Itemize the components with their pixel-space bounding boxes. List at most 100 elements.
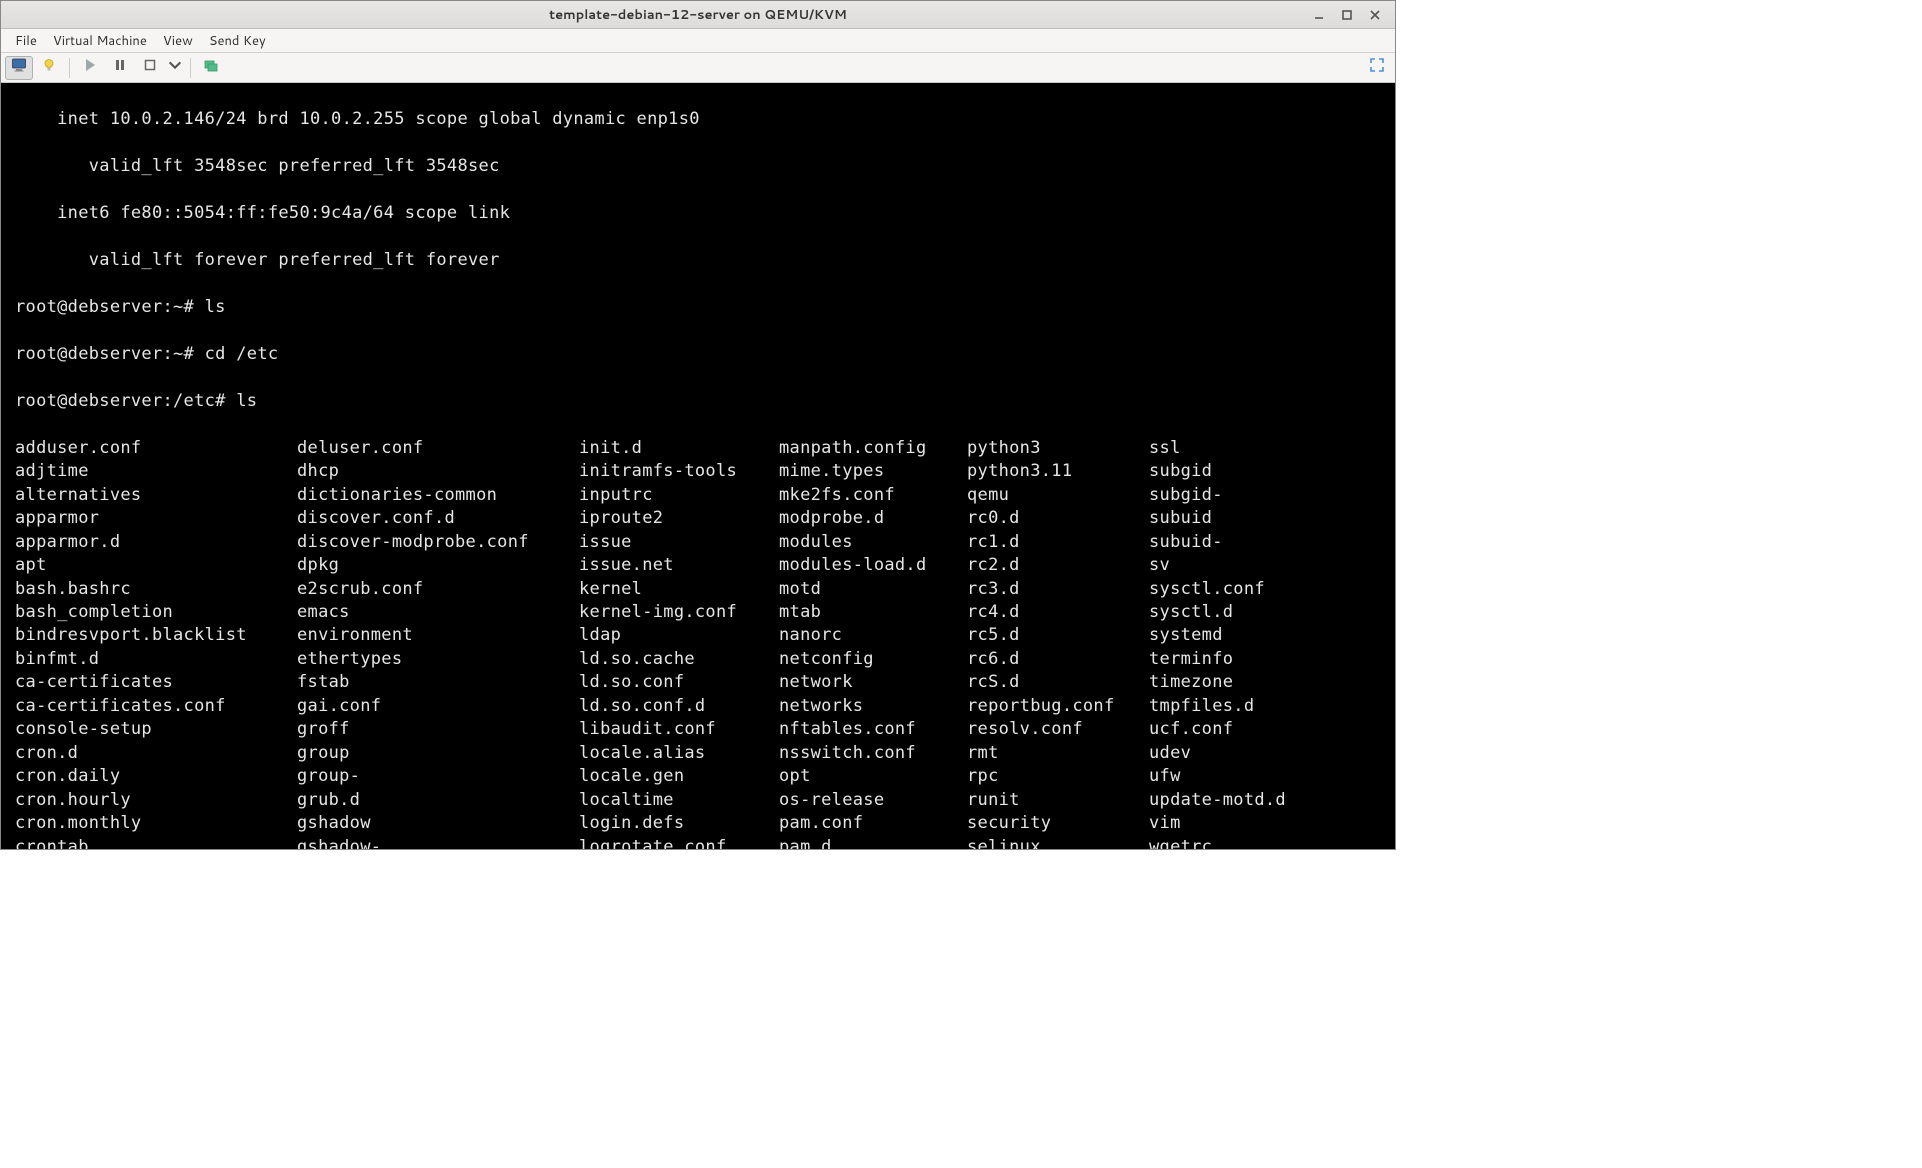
ls-entry: terminfo (1149, 648, 1329, 671)
ls-entry: mime.types (779, 460, 967, 483)
ls-entry: update-motd.d (1149, 789, 1329, 812)
ls-entry: deluser.conf (297, 437, 579, 460)
ls-entry: ca-certificates (15, 671, 297, 694)
snapshot-icon (203, 56, 219, 79)
ls-entry: rc0.d (967, 507, 1149, 530)
ls-entry: python3 (967, 437, 1149, 460)
maximize-button[interactable] (1339, 7, 1355, 23)
ls-entry: gshadow (297, 812, 579, 835)
ls-entry: rc4.d (967, 601, 1149, 624)
terminal-line: valid_lft forever preferred_lft forever (15, 249, 1395, 272)
ls-entry: alternatives (15, 484, 297, 507)
ls-entry: sysctl.conf (1149, 578, 1329, 601)
ls-entry: rc5.d (967, 624, 1149, 647)
ls-column: python3python3.11qemurc0.drc1.drc2.drc3.… (967, 437, 1149, 849)
guest-terminal[interactable]: inet 10.0.2.146/24 brd 10.0.2.255 scope … (1, 83, 1395, 849)
ls-entry: grub.d (297, 789, 579, 812)
ls-entry: rc3.d (967, 578, 1149, 601)
terminal-line: root@debserver:~# cd /etc (15, 343, 1395, 366)
run-button[interactable] (76, 56, 104, 80)
window-controls (1311, 1, 1391, 28)
ls-entry: ld.so.cache (579, 648, 779, 671)
ls-entry: environment (297, 624, 579, 647)
ls-entry: adjtime (15, 460, 297, 483)
close-button[interactable] (1367, 7, 1383, 23)
ls-entry: e2scrub.conf (297, 578, 579, 601)
ls-entry: group- (297, 765, 579, 788)
ls-entry: rcS.d (967, 671, 1149, 694)
ls-entry: vim (1149, 812, 1329, 835)
ls-entry: ldap (579, 624, 779, 647)
ls-entry: rmt (967, 742, 1149, 765)
virt-viewer-window: template-debian-12-server on QEMU/KVM Fi… (0, 0, 1396, 850)
chevron-down-icon (167, 56, 183, 79)
ls-entry: issue.net (579, 554, 779, 577)
ls-entry: wgetrc (1149, 836, 1329, 850)
ls-column: deluser.confdhcpdictionaries-common disco… (297, 437, 579, 849)
ls-entry: fstab (297, 671, 579, 694)
ls-entry: groff (297, 718, 579, 741)
shutdown-button[interactable] (136, 56, 164, 80)
ls-entry: discover-modprobe.conf (297, 531, 579, 554)
ls-entry: bash_completion (15, 601, 297, 624)
menubar: File Virtual Machine View Send Key (1, 29, 1395, 53)
menu-file[interactable]: File (7, 30, 45, 52)
ls-entry: dictionaries-common (297, 484, 579, 507)
ls-entry: init.d (579, 437, 779, 460)
ls-column: manpath.configmime.typesmke2fs.confmodpr… (779, 437, 967, 849)
pause-button[interactable] (106, 56, 134, 80)
ls-entry: initramfs-tools (579, 460, 779, 483)
menu-virtual-machine[interactable]: Virtual Machine (45, 30, 155, 52)
menu-view[interactable]: View (155, 30, 201, 52)
ls-entry: locale.gen (579, 765, 779, 788)
ls-entry: localtime (579, 789, 779, 812)
window-title: template-debian-12-server on QEMU/KVM (1, 6, 1395, 24)
ls-entry: subgid (1149, 460, 1329, 483)
ls-entry: subuid (1149, 507, 1329, 530)
ls-entry: pam.d (779, 836, 967, 850)
ls-entry: dhcp (297, 460, 579, 483)
minimize-button[interactable] (1311, 7, 1327, 23)
ls-entry: os-release (779, 789, 967, 812)
ls-entry: cron.daily (15, 765, 297, 788)
menu-send-key[interactable]: Send Key (201, 30, 274, 52)
terminal-line: inet 10.0.2.146/24 brd 10.0.2.255 scope … (15, 108, 1395, 131)
shutdown-menu-button[interactable] (166, 56, 184, 80)
ls-entry: selinux (967, 836, 1149, 850)
snapshots-button[interactable] (197, 56, 225, 80)
monitor-icon (11, 56, 27, 79)
ls-entry: rc1.d (967, 531, 1149, 554)
ls-entry: apparmor (15, 507, 297, 530)
ls-entry: iproute2 (579, 507, 779, 530)
ls-entry: kernel (579, 578, 779, 601)
ls-entry: logrotate.conf (579, 836, 779, 850)
ls-entry: cron.monthly (15, 812, 297, 835)
ls-entry: motd (779, 578, 967, 601)
ls-entry: tmpfiles.d (1149, 695, 1329, 718)
ls-entry: subgid- (1149, 484, 1329, 507)
console-button[interactable] (5, 56, 33, 80)
fullscreen-button[interactable] (1363, 56, 1391, 80)
ls-entry: reportbug.conf (967, 695, 1149, 718)
ls-entry: subuid- (1149, 531, 1329, 554)
ls-column: sslsubgidsubgid-subuidsubuid-svsysctl.co… (1149, 437, 1329, 849)
ls-entry: inputrc (579, 484, 779, 507)
ls-entry: mke2fs.conf (779, 484, 967, 507)
ls-entry: networks (779, 695, 967, 718)
ls-entry: ethertypes (297, 648, 579, 671)
ls-entry: locale.alias (579, 742, 779, 765)
ls-entry: mtab (779, 601, 967, 624)
ls-entry: bindresvport.blacklist (15, 624, 297, 647)
terminal-line: root@debserver:~# ls (15, 296, 1395, 319)
terminal-line: valid_lft 3548sec preferred_lft 3548sec (15, 155, 1395, 178)
ls-entry: ld.so.conf.d (579, 695, 779, 718)
ls-entry: netconfig (779, 648, 967, 671)
ls-entry: sysctl.d (1149, 601, 1329, 624)
ls-entry: ufw (1149, 765, 1329, 788)
ls-entry: systemd (1149, 624, 1329, 647)
ls-entry: libaudit.conf (579, 718, 779, 741)
ls-entry: login.defs (579, 812, 779, 835)
info-button[interactable] (35, 56, 63, 80)
pause-icon (112, 56, 128, 79)
ls-entry: ucf.conf (1149, 718, 1329, 741)
